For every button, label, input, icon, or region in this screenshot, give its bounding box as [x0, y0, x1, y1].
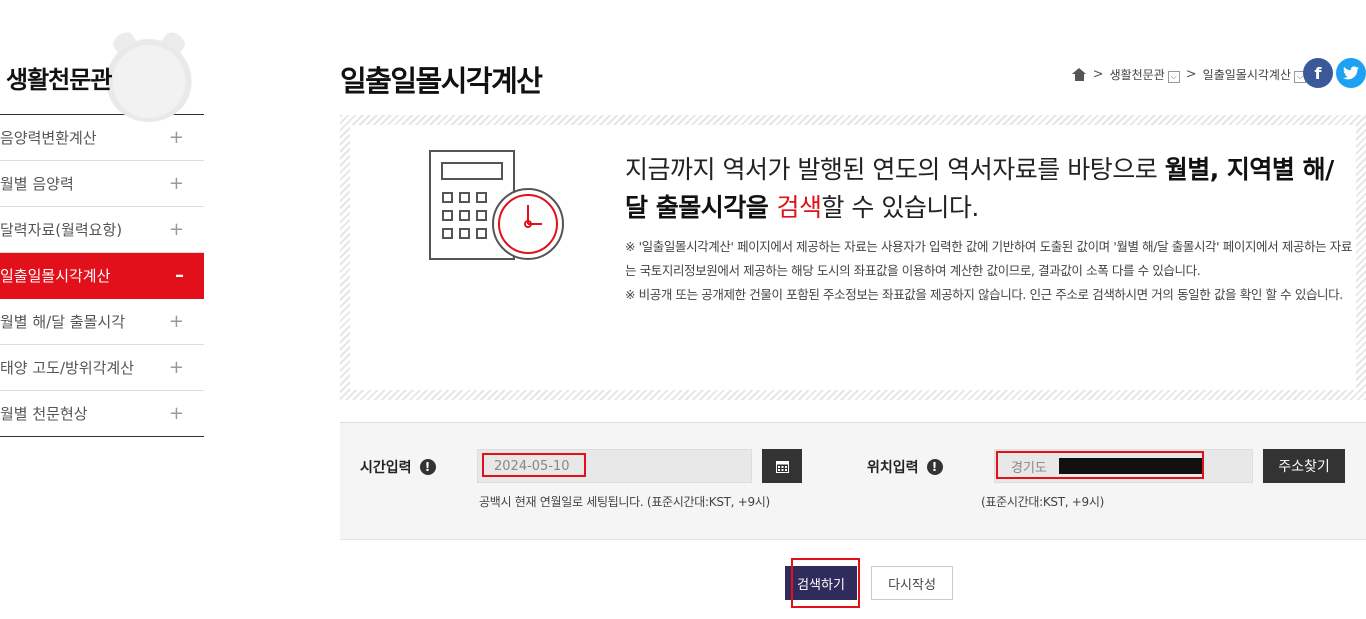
sidebar-menu: 음양력변환계산 + 월별 음양력 + 달력자료(월력요항) + 일출일몰시각계산 – 월… — [0, 115, 204, 437]
location-input-highlight — [996, 451, 1204, 479]
breadcrumb-level2-label: 일출일몰시각계산 — [1202, 68, 1291, 82]
reset-button[interactable]: 다시작성 — [871, 566, 953, 600]
info-notes: ※ '일출일몰시각계산' 페이지에서 제공하는 자료는 사용자가 입력한 값에 … — [625, 235, 1360, 307]
expand-plus-icon: + — [168, 173, 184, 194]
sidebar-header: 생활천문관 — [0, 0, 204, 122]
info-heading-bold-particle: 을 — [745, 193, 777, 222]
page-title: 일출일몰시각계산 — [340, 64, 543, 98]
sidebar-item-label: 일출일몰시각계산 — [0, 267, 111, 285]
sidebar-item-monthly-astronomy[interactable]: 월별 천문현상 + — [0, 391, 204, 437]
sidebar-item-label: 월별 음양력 — [0, 175, 74, 193]
calendar-button[interactable] — [762, 449, 802, 483]
sidebar-item-monthly-calendar[interactable]: 월별 음양력 + — [0, 161, 204, 207]
sidebar: 생활천문관 음양력변환계산 + 월별 음양력 + 달력자료(월력요항) + 일출일몰시… — [0, 0, 204, 437]
social-share: f — [1303, 58, 1366, 88]
expand-plus-icon: + — [168, 357, 184, 378]
info-circle-icon: ! — [926, 459, 943, 475]
sidebar-item-label: 음양력변환계산 — [0, 129, 97, 147]
expand-plus-icon: + — [168, 219, 184, 240]
search-form: 시간입력! 2024-05-10 공백시 현재 연월일로 세팅됩니다. (표준시… — [340, 422, 1366, 540]
expand-plus-icon: + — [168, 127, 184, 148]
date-input-highlight — [482, 453, 586, 477]
sidebar-item-lunar-solar-conversion[interactable]: 음양력변환계산 + — [0, 115, 204, 161]
info-circle-icon: ! — [419, 459, 436, 475]
sidebar-item-almanac-data[interactable]: 달력자료(월력요항) + — [0, 207, 204, 253]
breadcrumb-level1-label: 생활천문관 — [1109, 68, 1165, 82]
sidebar-item-label: 달력자료(월력요항) — [0, 221, 123, 239]
info-note: ※ 비공개 또는 공개제한 건물이 포함된 주소정보는 좌표값을 제공하지 않습… — [625, 287, 1343, 302]
calculator-clock-icon — [429, 150, 564, 260]
sidebar-item-label: 태양 고도/방위각계산 — [0, 359, 135, 377]
location-hint: (표준시간대:KST, +9시) — [981, 495, 1104, 509]
time-input-label: 시간입력! — [360, 457, 436, 477]
facebook-icon[interactable]: f — [1303, 58, 1333, 88]
location-label-text: 위치입력 — [867, 460, 919, 476]
breadcrumb: > 생활천문관 ⌵ > 일출일몰시각계산 ⌵ — [1071, 66, 1306, 83]
info-heading-text-end: 할 수 있습니다. — [821, 193, 979, 222]
info-heading-highlight: 검색 — [776, 193, 822, 222]
location-input-label: 위치입력! — [867, 457, 943, 477]
sidebar-item-label: 월별 해/달 출몰시각 — [0, 313, 125, 331]
sidebar-item-label: 월별 천문현상 — [0, 405, 88, 423]
alarm-clock-watermark-icon — [104, 32, 194, 122]
breadcrumb-level2[interactable]: 일출일몰시각계산 ⌵ — [1203, 66, 1306, 83]
home-icon[interactable] — [1071, 68, 1087, 81]
info-note: ※ '일출일몰시각계산' 페이지에서 제공하는 자료는 사용자가 입력한 값에 … — [625, 239, 1353, 278]
info-heading: 지금까지 역서가 발행된 연도의 역서자료를 바탕으로 월별, 지역별 해/달 … — [625, 151, 1355, 227]
breadcrumb-level1[interactable]: 생활천문관 ⌵ — [1110, 66, 1180, 83]
info-heading-text: 지금까지 역서가 발행된 연도의 역서자료를 바탕으로 — [625, 155, 1165, 184]
address-search-button[interactable]: 주소찾기 — [1263, 449, 1345, 483]
page: 생활천문관 음양력변환계산 + 월별 음양력 + 달력자료(월력요항) + 일출일몰시… — [0, 0, 1366, 619]
expand-plus-icon: + — [168, 311, 184, 332]
sidebar-title: 생활천문관 — [6, 66, 112, 94]
search-button-highlight — [791, 558, 860, 608]
expand-plus-icon: + — [168, 403, 184, 424]
info-box-inner: 지금까지 역서가 발행된 연도의 역서자료를 바탕으로 월별, 지역별 해/달 … — [350, 125, 1356, 390]
collapse-minus-icon: – — [175, 265, 184, 286]
twitter-icon[interactable] — [1336, 58, 1366, 88]
date-hint: 공백시 현재 연월일로 세팅됩니다. (표준시간대:KST, +9시) — [479, 495, 770, 509]
info-box: 지금까지 역서가 발행된 연도의 역서자료를 바탕으로 월별, 지역별 해/달 … — [340, 115, 1366, 400]
time-label-text: 시간입력 — [360, 460, 412, 476]
breadcrumb-separator: > — [1185, 67, 1197, 82]
sidebar-item-monthly-sun-moon[interactable]: 월별 해/달 출몰시각 + — [0, 299, 204, 345]
sidebar-item-sunrise-sunset-calc[interactable]: 일출일몰시각계산 – — [0, 253, 204, 299]
breadcrumb-separator: > — [1092, 67, 1104, 82]
sidebar-item-solar-altitude-azimuth[interactable]: 태양 고도/방위각계산 + — [0, 345, 204, 391]
calendar-icon — [775, 460, 789, 473]
dropdown-icon[interactable]: ⌵ — [1167, 71, 1180, 83]
